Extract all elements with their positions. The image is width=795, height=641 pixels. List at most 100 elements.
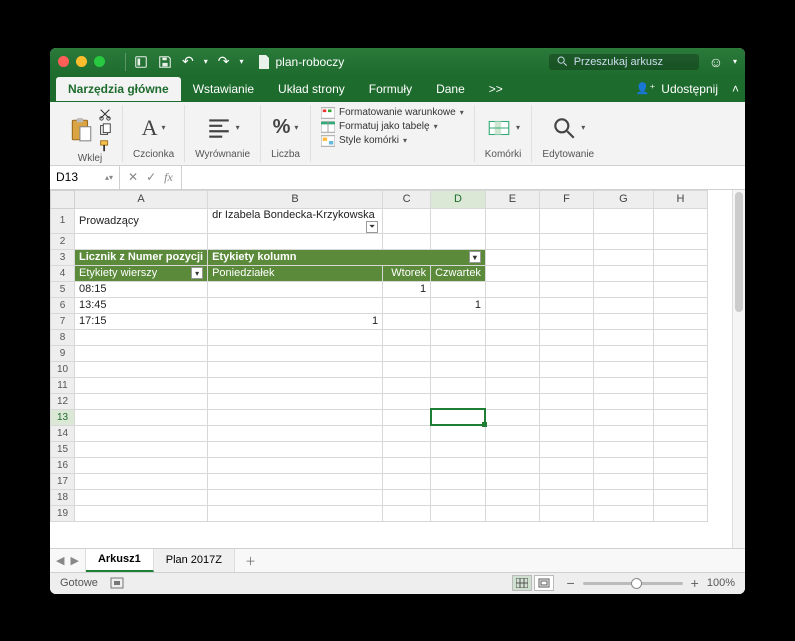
tab-formulas[interactable]: Formuły (357, 77, 424, 101)
cell[interactable] (383, 393, 431, 409)
zoom-level[interactable]: 100% (707, 577, 735, 589)
cell[interactable] (539, 505, 593, 521)
zoom-slider[interactable] (583, 582, 683, 585)
cell[interactable] (208, 329, 383, 345)
cell[interactable] (539, 345, 593, 361)
cell[interactable] (593, 489, 653, 505)
row-header[interactable]: 17 (51, 473, 75, 489)
cell[interactable] (653, 377, 707, 393)
cell[interactable] (539, 393, 593, 409)
cell[interactable] (653, 208, 707, 233)
cell[interactable] (653, 425, 707, 441)
cell[interactable] (653, 281, 707, 297)
cell[interactable] (653, 361, 707, 377)
undo-icon[interactable]: ↶ (182, 53, 194, 70)
cell[interactable] (593, 265, 653, 281)
cell[interactable] (383, 457, 431, 473)
name-box[interactable]: D13 ▴▾ (50, 166, 120, 189)
cell[interactable] (383, 505, 431, 521)
col-header[interactable]: A (75, 190, 208, 208)
row-header[interactable]: 1 (51, 208, 75, 233)
col-header[interactable]: H (653, 190, 707, 208)
cell[interactable] (653, 489, 707, 505)
add-sheet-button[interactable]: ＋ (235, 549, 266, 572)
percent-icon[interactable]: % (273, 116, 291, 139)
cell[interactable] (431, 313, 486, 329)
cell[interactable] (75, 329, 208, 345)
view-normal-button[interactable] (512, 575, 532, 591)
cell[interactable] (208, 457, 383, 473)
cell[interactable] (208, 233, 383, 249)
search-box[interactable]: Przeszukaj arkusz (549, 54, 699, 70)
cell[interactable] (485, 233, 539, 249)
tab-layout[interactable]: Układ strony (266, 77, 357, 101)
cell[interactable] (75, 457, 208, 473)
account-icon[interactable]: ☺ (709, 54, 723, 70)
minimize-window-button[interactable] (76, 56, 87, 67)
cell[interactable] (653, 265, 707, 281)
cell[interactable] (485, 441, 539, 457)
cell[interactable] (75, 489, 208, 505)
cell[interactable] (208, 489, 383, 505)
cell[interactable] (75, 409, 208, 425)
row-header[interactable]: 6 (51, 297, 75, 313)
cell[interactable]: Czwartek (431, 265, 486, 281)
cell[interactable] (593, 208, 653, 233)
zoom-window-button[interactable] (94, 56, 105, 67)
row-header[interactable]: 11 (51, 377, 75, 393)
cell[interactable] (431, 425, 486, 441)
cell[interactable] (653, 249, 707, 265)
cell[interactable]: Poniedziałek (208, 265, 383, 281)
cell[interactable]: 1 (431, 297, 486, 313)
row-header[interactable]: 15 (51, 441, 75, 457)
cell[interactable] (75, 345, 208, 361)
cell[interactable] (593, 313, 653, 329)
cell[interactable] (593, 377, 653, 393)
cell[interactable] (431, 345, 486, 361)
cell[interactable] (653, 313, 707, 329)
cell[interactable] (383, 313, 431, 329)
redo-icon[interactable]: ↷ (218, 53, 230, 70)
spreadsheet-grid[interactable]: A B C D E F G H 1 Prowadzący dr Izabela … (50, 190, 732, 548)
cell[interactable] (383, 473, 431, 489)
cell[interactable] (539, 297, 593, 313)
cell[interactable] (485, 393, 539, 409)
formula-input[interactable] (182, 166, 745, 189)
cell[interactable] (653, 505, 707, 521)
enter-formula-icon[interactable]: ✓ (146, 170, 156, 184)
cell[interactable] (208, 281, 383, 297)
cell[interactable] (539, 409, 593, 425)
cell[interactable] (593, 297, 653, 313)
cell[interactable] (485, 409, 539, 425)
cell[interactable] (383, 329, 431, 345)
cell[interactable] (75, 233, 208, 249)
home-icon[interactable] (134, 55, 148, 69)
fx-icon[interactable]: fx (164, 170, 173, 185)
format-as-table-button[interactable]: Formatuj jako tabelę▾ (321, 121, 464, 133)
cell[interactable] (75, 441, 208, 457)
cell[interactable] (653, 329, 707, 345)
row-header[interactable]: 19 (51, 505, 75, 521)
cell[interactable] (208, 409, 383, 425)
share-button[interactable]: Udostępnij (661, 82, 718, 96)
cell[interactable] (75, 425, 208, 441)
cell[interactable]: 17:15 (75, 313, 208, 329)
cell[interactable] (208, 425, 383, 441)
row-header[interactable]: 3 (51, 249, 75, 265)
col-header[interactable]: B (208, 190, 383, 208)
cell[interactable] (75, 361, 208, 377)
cell[interactable] (485, 265, 539, 281)
cell[interactable] (593, 361, 653, 377)
cell[interactable] (431, 329, 486, 345)
sheet-next-icon[interactable]: ▶ (70, 554, 78, 567)
cell[interactable] (653, 441, 707, 457)
paste-icon[interactable] (68, 117, 94, 143)
sheet-tab[interactable]: Plan 2017Z (154, 549, 235, 572)
cell[interactable] (383, 208, 431, 233)
cell[interactable] (208, 297, 383, 313)
cell[interactable] (208, 393, 383, 409)
cell[interactable] (75, 377, 208, 393)
cell[interactable]: Licznik z Numer pozycji (75, 249, 208, 265)
cell[interactable] (485, 425, 539, 441)
filter-icon[interactable]: ⏷ (366, 221, 378, 233)
